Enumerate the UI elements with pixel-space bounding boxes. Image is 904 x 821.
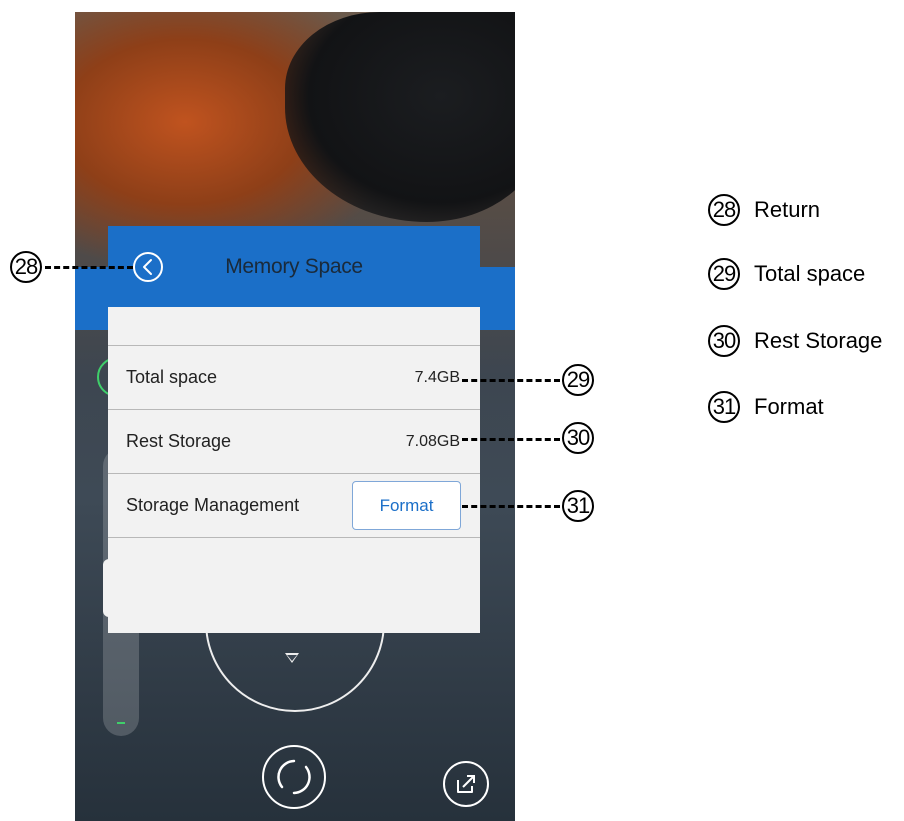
preview-object xyxy=(285,12,515,222)
rest-storage-row: Rest Storage 7.08GB xyxy=(108,409,480,472)
legend-label: Total space xyxy=(754,261,866,286)
callout-marker-28: 28 xyxy=(10,251,42,283)
storage-management-label: Storage Management xyxy=(126,495,300,515)
callout-marker-31: 31 xyxy=(562,490,594,522)
down-arrow-icon[interactable] xyxy=(285,653,299,663)
legend-number: 31 xyxy=(708,391,740,423)
legend-label: Return xyxy=(754,197,821,222)
callout-line-31 xyxy=(462,505,560,508)
memory-space-dialog: Memory Space Total space 7.4GB Rest Stor… xyxy=(108,226,480,633)
shutter-icon xyxy=(277,759,311,795)
total-space-label: Total space xyxy=(126,367,218,387)
storage-management-row: Storage Management Format xyxy=(108,473,480,536)
shutter-button[interactable] xyxy=(262,745,326,809)
share-button[interactable] xyxy=(443,761,489,807)
share-icon xyxy=(457,775,475,793)
callout-line-28 xyxy=(45,266,133,269)
total-space-row: Total space 7.4GB xyxy=(108,345,480,408)
zoom-level-indicator xyxy=(117,722,125,724)
rest-storage-label: Rest Storage xyxy=(126,431,232,451)
divider xyxy=(108,537,480,538)
rest-storage-value: 7.08GB xyxy=(405,433,460,450)
callout-marker-29: 29 xyxy=(562,364,594,396)
total-space-value: 7.4GB xyxy=(414,369,460,386)
dialog-title: Memory Space xyxy=(225,255,363,278)
legend-label: Format xyxy=(754,394,824,419)
legend-number: 28 xyxy=(708,194,740,226)
legend-label: Rest Storage xyxy=(754,328,883,353)
callout-line-30 xyxy=(462,438,560,441)
legend-number: 29 xyxy=(708,258,740,290)
legend-number: 30 xyxy=(708,325,740,357)
format-button[interactable]: Format xyxy=(352,481,461,530)
dialog-header: Memory Space xyxy=(108,226,480,307)
callout-line-29 xyxy=(462,379,560,382)
callout-marker-30: 30 xyxy=(562,422,594,454)
